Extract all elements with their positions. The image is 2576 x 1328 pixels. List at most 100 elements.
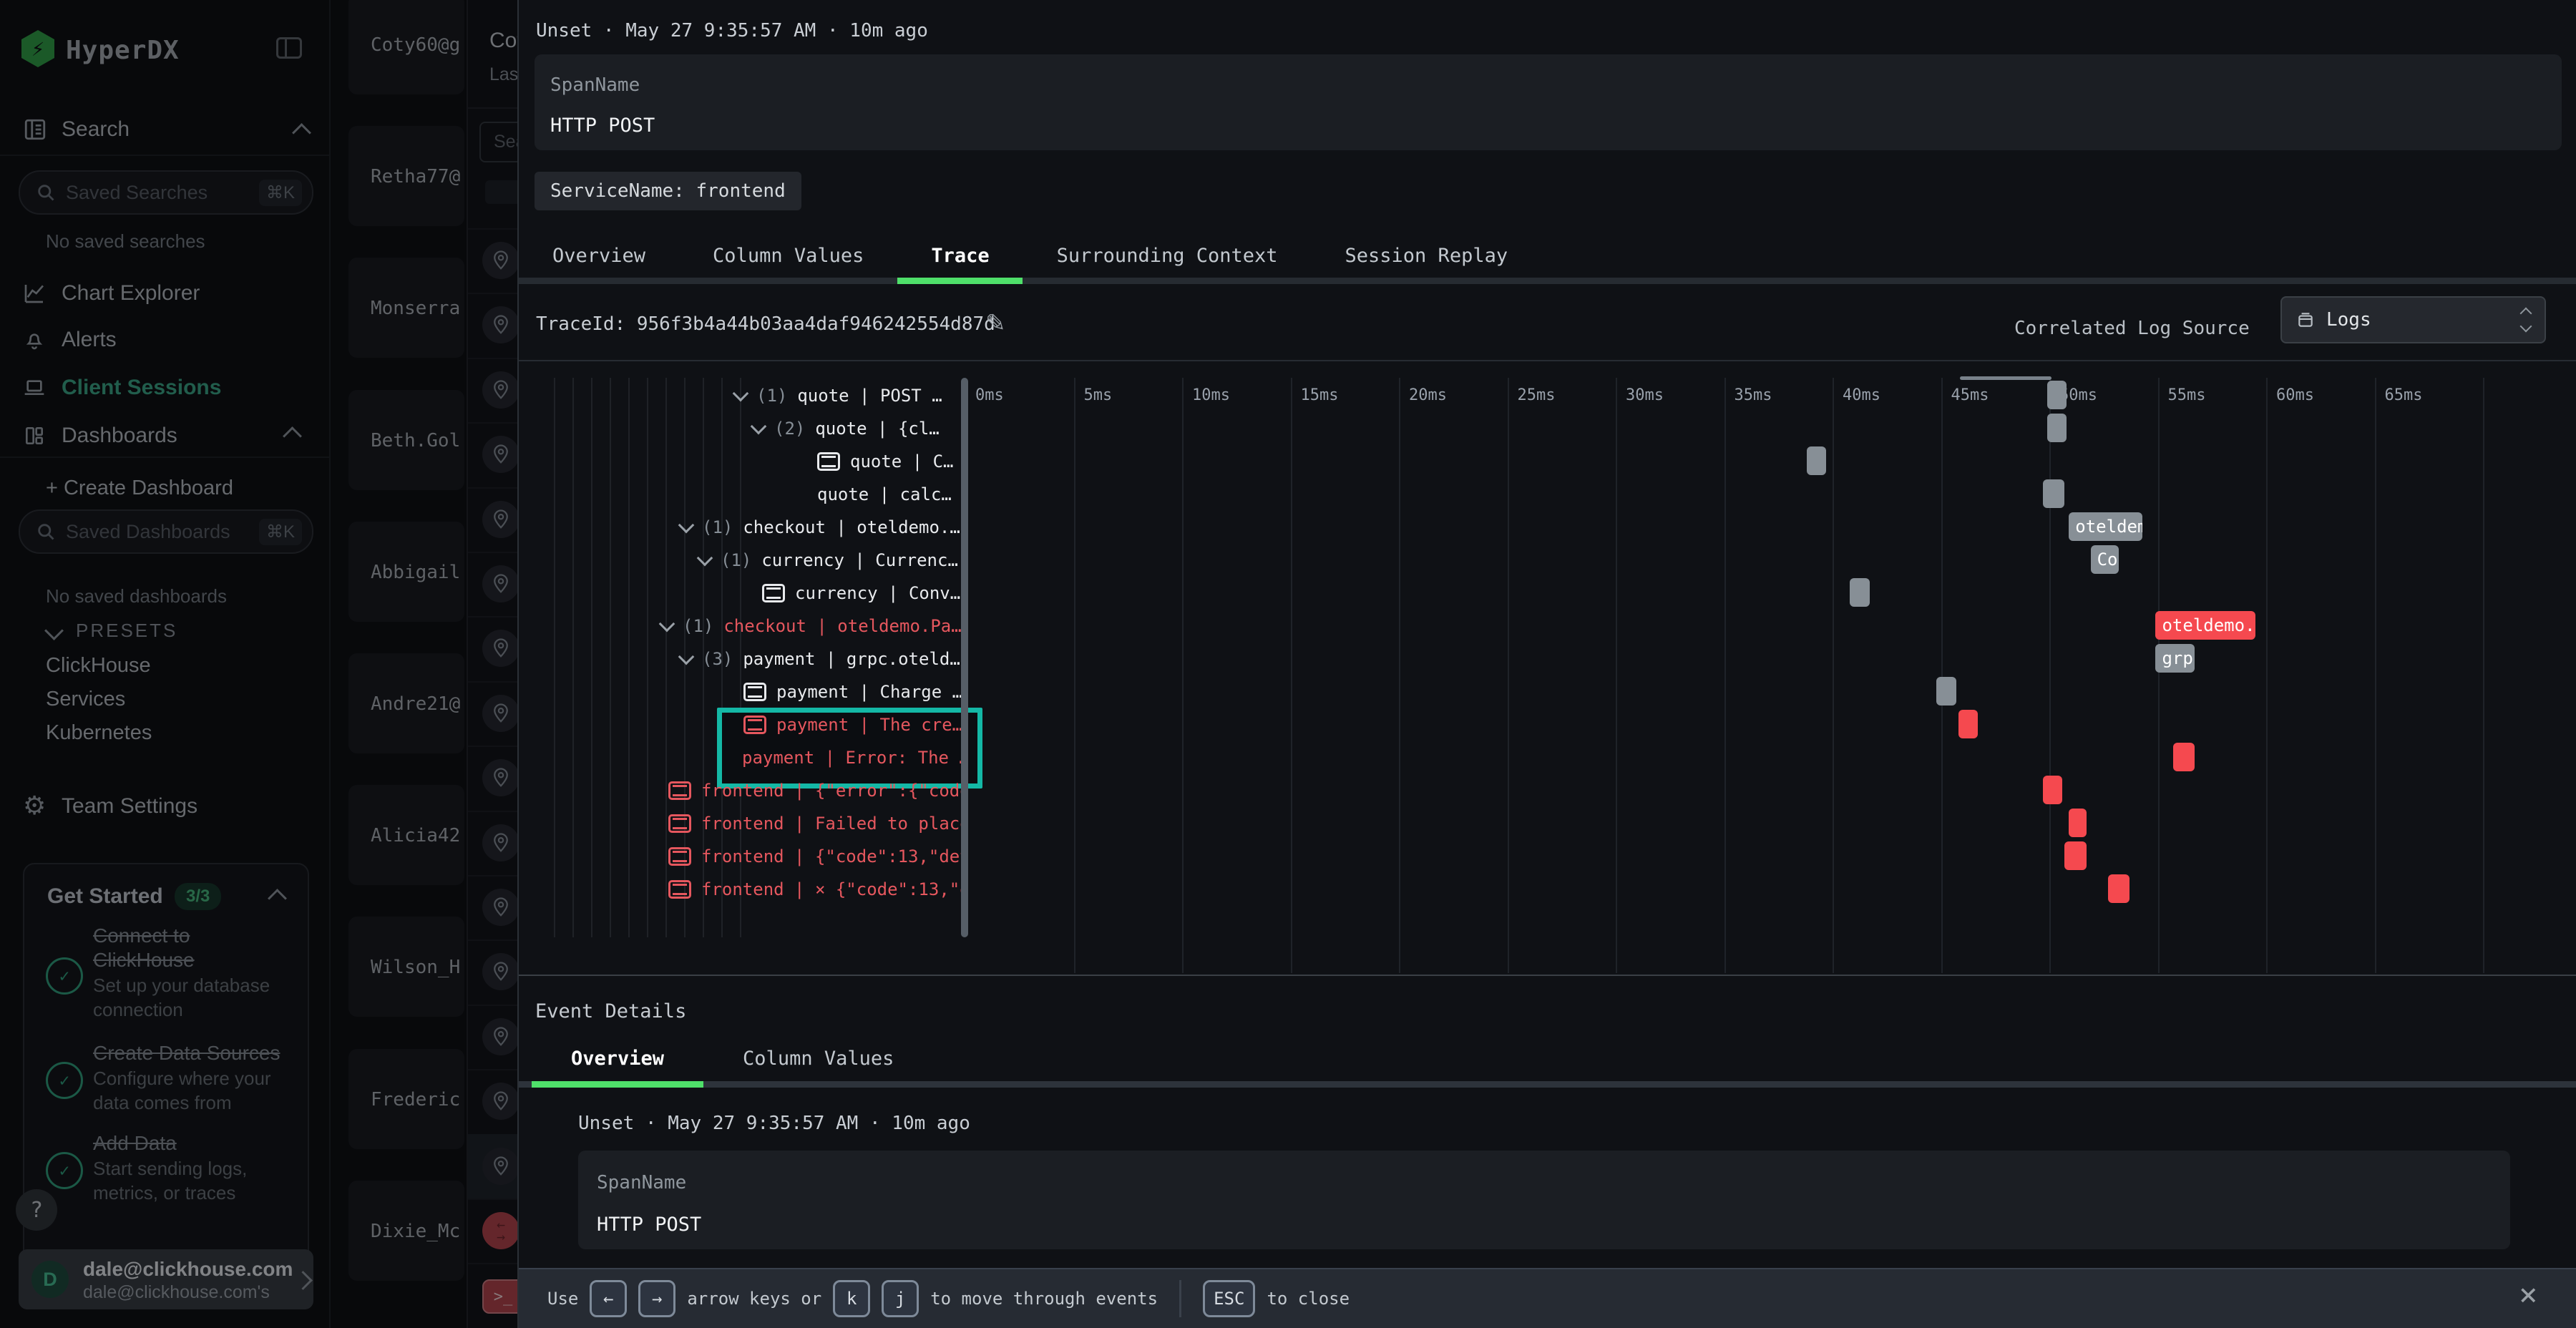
axis-tick-label: 30ms [1626,386,1664,404]
gridline [1508,378,1509,973]
span-bar[interactable] [1807,446,1826,475]
key-hint-j: j [882,1280,919,1317]
span-bar[interactable] [2047,414,2067,442]
span-bar[interactable] [2047,381,2067,409]
span-row[interactable]: payment | Error: The … [519,741,967,774]
span-row[interactable]: (1)checkout | oteldemo.… [519,511,967,544]
chevron-down-icon[interactable] [659,616,675,633]
tab-session-replay[interactable]: Session Replay [1312,230,1542,280]
trace-panel-tabs: OverviewColumn ValuesTraceSurrounding Co… [519,230,1541,280]
gridline [2483,378,2484,973]
tab-strip [519,1081,2576,1088]
log-event-icon [668,781,691,800]
span-bar[interactable] [1958,710,1978,738]
span-bar[interactable] [2108,874,2129,903]
span-row[interactable]: (1)quote | POST … [519,379,967,412]
span-bar[interactable]: oteldemo. [2069,512,2142,541]
span-row[interactable]: payment | The cre… [519,708,967,741]
span-row[interactable]: (1)currency | Currenc… [519,544,967,577]
span-row-label: payment | Charge … [776,682,962,702]
key-hint-k: k [833,1280,870,1317]
span-name-card: SpanName HTTP POST [578,1151,2510,1249]
child-count: (1) [683,616,713,636]
chevron-down-icon[interactable] [697,550,713,567]
tab-trace[interactable]: Trace [897,230,1023,280]
span-bar[interactable] [2173,743,2195,771]
log-event-icon [762,584,785,602]
chevron-down-icon[interactable] [733,386,749,402]
span-row[interactable]: quote | C… [519,445,967,478]
axis-tick-label: 0ms [975,386,1004,404]
span-name-value: HTTP POST [597,1214,701,1236]
tab-column-values[interactable]: Column Values [703,1033,933,1083]
span-row[interactable]: frontend | Failed to place… [519,807,967,840]
tab-overview[interactable]: Overview [532,1033,703,1083]
chevron-down-icon[interactable] [751,419,767,435]
span-row-label: frontend | Failed to place… [701,814,967,834]
divider [1179,1280,1181,1317]
axis-tick-label: 40ms [1843,386,1880,404]
key-hint-←: ← [590,1280,627,1317]
span-row[interactable]: frontend | {"error":{"code… [519,774,967,807]
tree-scrollbar[interactable] [961,378,968,937]
event-status-line: Unset · May 27 9:35:57 AM · 10m ago [536,20,928,42]
divider [519,975,2576,976]
span-row[interactable]: (1)checkout | oteldemo.Pa… [519,610,967,643]
axis-tick-label: 45ms [1951,386,1989,404]
span-row[interactable]: (3)payment | grpc.oteld… [519,643,967,675]
active-tab-underline [532,1081,703,1088]
span-row[interactable]: frontend | × {"code":13,"d… [519,873,967,906]
child-count: (1) [756,386,787,406]
chevron-down-icon[interactable] [678,649,695,665]
tab-column-values[interactable]: Column Values [679,230,897,280]
span-name-value: HTTP POST [550,114,655,137]
span-bar[interactable] [1936,677,1956,706]
span-bar[interactable] [2043,776,2062,804]
event-details-tabs: OverviewColumn Values [532,1033,933,1083]
span-row-label: payment | grpc.oteld… [743,649,960,669]
span-row[interactable]: quote | calc… [519,478,967,511]
axis-tick-label: 20ms [1409,386,1447,404]
log-source-select[interactable]: Logs [2280,296,2546,343]
chevron-down-icon[interactable] [678,517,695,534]
child-count: (2) [774,419,805,439]
hint-text: to move through events [930,1289,1158,1309]
span-bar[interactable]: Co [2091,545,2119,574]
span-bar[interactable] [2064,841,2086,870]
tab-surrounding-context[interactable]: Surrounding Context [1023,230,1312,280]
pencil-icon[interactable]: ✎ [985,309,1006,338]
span-row-label: quote | {cl… [815,419,939,439]
gridline [1833,378,1834,973]
select-chevrons-icon [2522,309,2530,331]
axis-tick-label: 15ms [1301,386,1339,404]
span-row-label: frontend | {"code":13,"det… [701,846,967,866]
log-event-icon [668,847,691,866]
span-row[interactable]: (2) quote | {cl… [519,412,967,445]
span-row-label: quote | C… [850,451,954,472]
span-row[interactable]: currency | Conv… [519,577,967,610]
span-bar[interactable]: oteldemo. [2155,611,2255,640]
log-event-icon [668,880,691,899]
span-row[interactable]: payment | Charge … [519,675,967,708]
modal-backdrop[interactable] [0,0,517,1328]
gridline [1616,378,1617,973]
span-bar[interactable] [1850,578,1869,607]
axis-tick-label: 10ms [1192,386,1230,404]
axis-tick-label: 60ms [2276,386,2314,404]
span-row[interactable]: frontend | {"code":13,"det… [519,840,967,873]
event-status-line: Unset · May 27 9:35:57 AM · 10m ago [578,1113,970,1134]
span-name-card: SpanName HTTP POST [535,54,2562,150]
close-icon[interactable]: × [2519,1276,2538,1313]
span-row-label: frontend | × {"code":13,"d… [701,879,967,899]
span-bar[interactable]: grpc [2155,644,2195,673]
tab-overview[interactable]: Overview [519,230,679,280]
event-details-title: Event Details [535,1000,686,1022]
span-bar[interactable] [2069,809,2086,837]
span-name-label: SpanName [597,1172,686,1193]
span-row-label: currency | Conv… [795,583,960,603]
span-row-label: frontend | {"error":{"code… [701,781,967,801]
span-bar[interactable] [2043,479,2064,508]
timeline-scroll-indicator[interactable] [1960,376,2051,380]
key-hint-esc: ESC [1203,1280,1255,1317]
service-name-chip[interactable]: ServiceName: frontend [535,172,801,210]
